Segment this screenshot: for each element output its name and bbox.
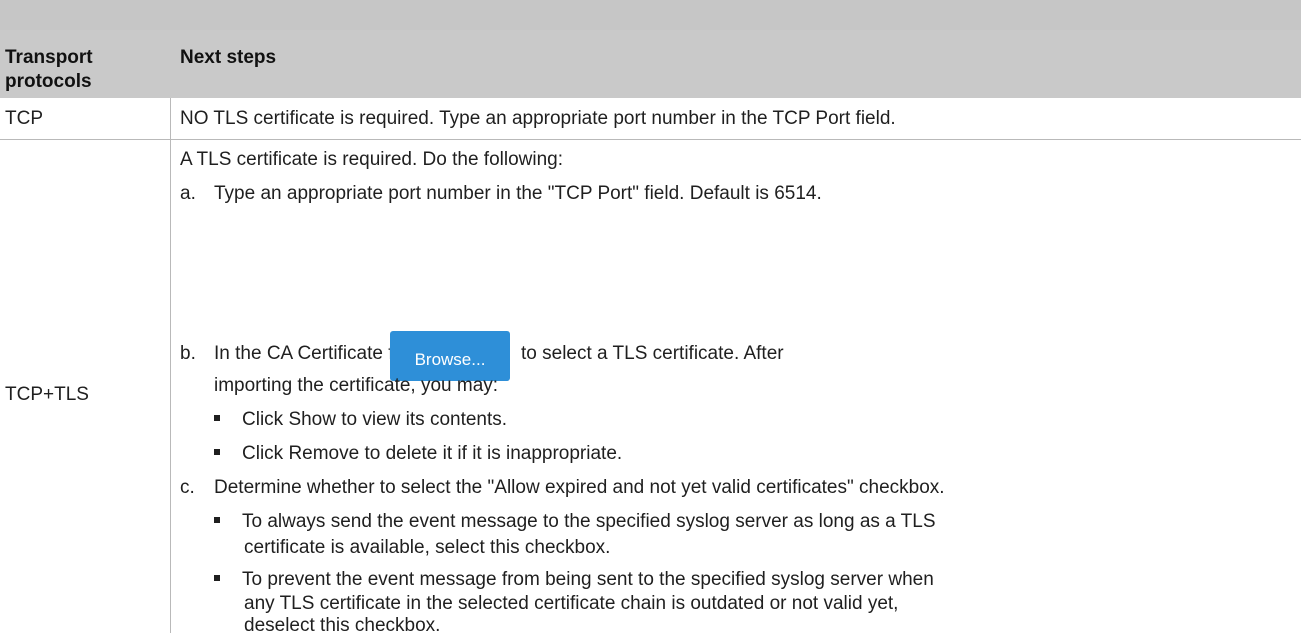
step-c-bullet-2-line3: deselect this checkbox. (244, 615, 441, 636)
column-divider (170, 98, 171, 633)
row-tcp-step: NO TLS certificate is required. Type an … (180, 108, 896, 129)
step-c-bullet-1-line2: certificate is available, select this ch… (244, 537, 611, 558)
step-c-bullet-2-line1: To prevent the event message from being … (242, 569, 934, 590)
steps-table: Transport protocols Next steps TCP NO TL… (0, 0, 1301, 636)
step-b-bullet-2: Click Remove to delete it if it is inapp… (242, 443, 623, 464)
header-col-transport-protocols: Transport protocols (5, 46, 165, 94)
header-col-next-steps: Next steps (180, 47, 277, 68)
bullet-icon (214, 517, 220, 523)
row-tcptls-intro: A TLS certificate is required. Do the fo… (180, 149, 564, 170)
bullet-icon (214, 575, 220, 581)
step-c-bullet-2-line2: any TLS certificate in the selected cert… (244, 593, 899, 614)
step-a-text: Type an appropriate port number in the "… (214, 183, 822, 204)
header-col1-line2: protocols (5, 71, 92, 92)
row-tcp-protocol: TCP (5, 108, 43, 129)
bullet-icon (214, 449, 220, 455)
step-a-marker: a. (180, 183, 196, 204)
step-b-text-after: to select a TLS certificate. After (521, 343, 784, 364)
step-c-marker: c. (180, 477, 195, 498)
row-divider-1 (0, 139, 1301, 140)
step-b-text-line2: importing the certificate, you may: (214, 375, 499, 396)
step-b-marker: b. (180, 343, 196, 364)
header-col1-line1: Transport (5, 47, 93, 68)
bullet-icon (214, 415, 220, 421)
table-header: Transport protocols Next steps (0, 0, 1301, 98)
header-top-band (0, 0, 1301, 30)
step-c-bullet-1-line1: To always send the event message to the … (242, 511, 936, 532)
step-b-bullet-1: Click Show to view its contents. (242, 409, 508, 430)
step-c-text: Determine whether to select the "Allow e… (214, 477, 945, 498)
row-tcptls-protocol: TCP+TLS (5, 384, 89, 405)
